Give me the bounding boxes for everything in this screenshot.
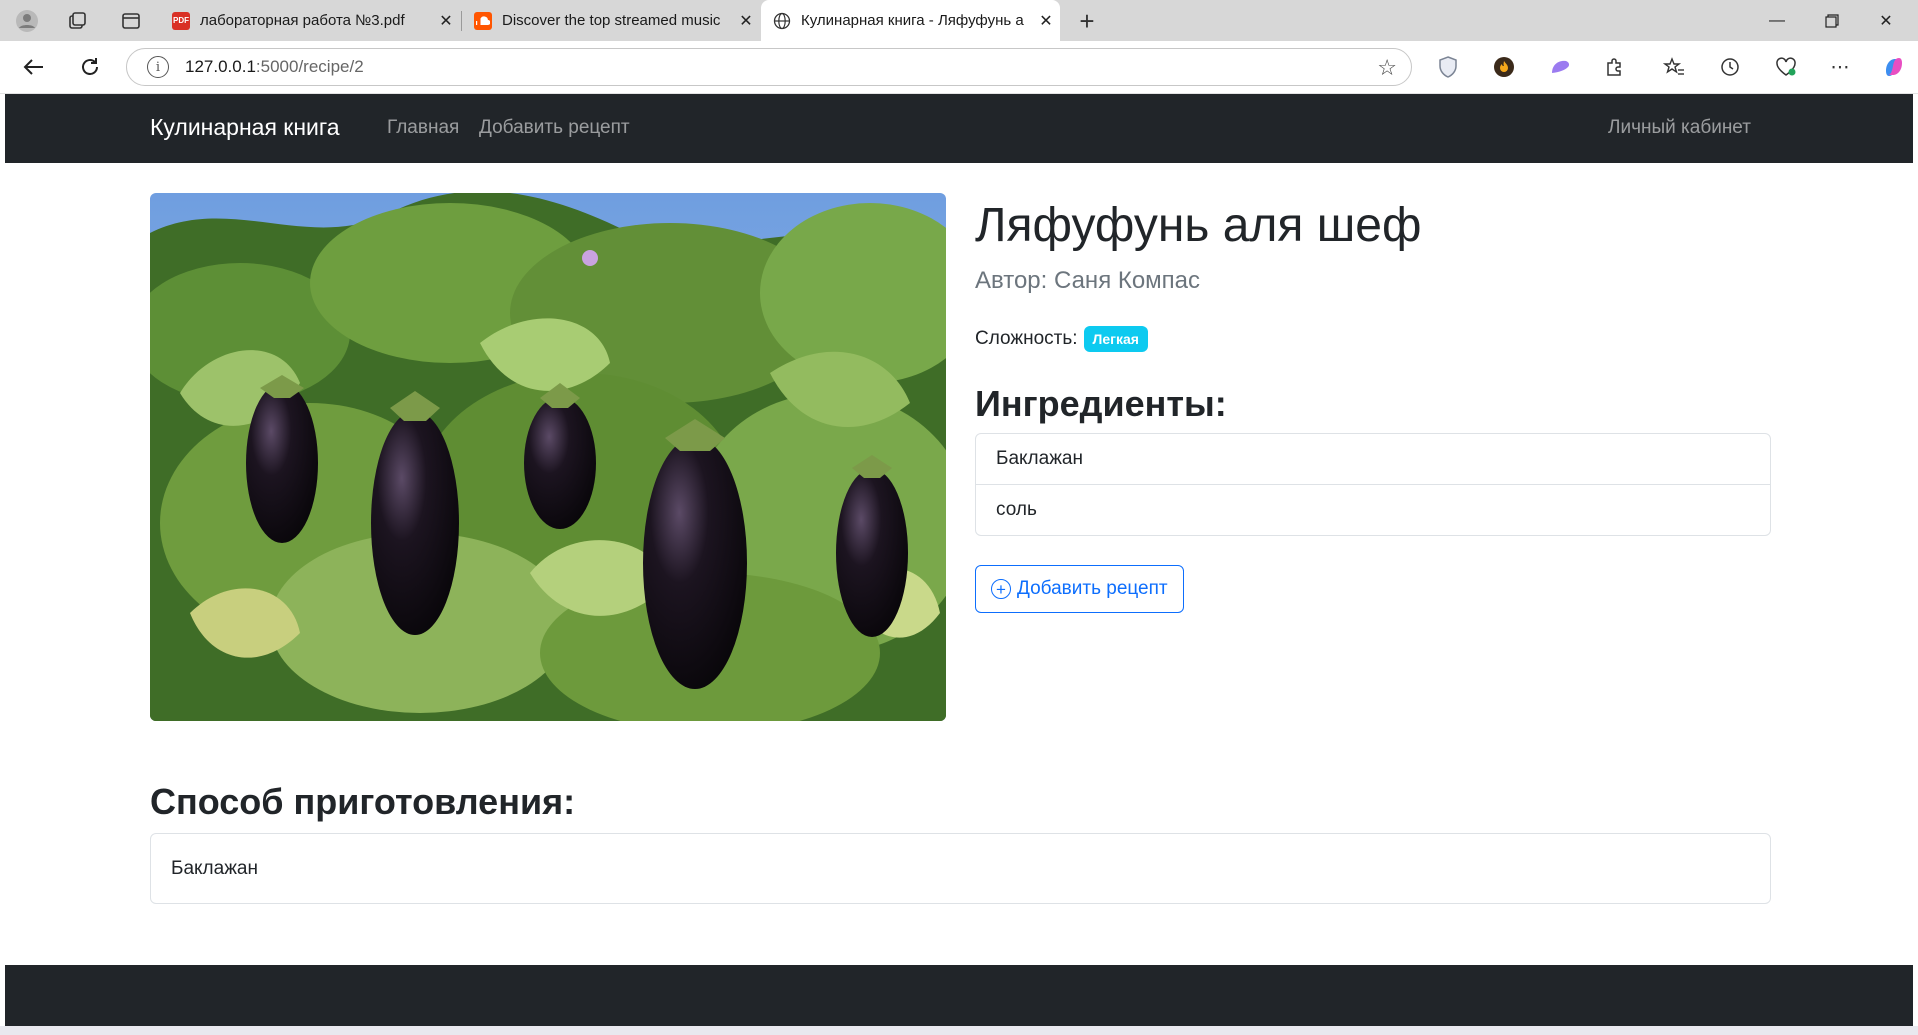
- nav-link-home[interactable]: Главная: [387, 117, 459, 139]
- add-recipe-button[interactable]: + Добавить рецепт: [975, 565, 1184, 613]
- plus-circle-icon: +: [991, 579, 1011, 599]
- site-navbar: Кулинарная книга Главная Добавить рецепт…: [5, 94, 1913, 163]
- back-arrow-icon[interactable]: [18, 51, 50, 83]
- browser-tab-strip: PDF лабораторная работа №3.pdf ✕ Discove…: [0, 0, 1918, 41]
- tab-soundcloud[interactable]: Discover the top streamed music ✕: [462, 0, 760, 41]
- close-icon[interactable]: ✕: [432, 11, 460, 31]
- site-footer: [5, 965, 1913, 1026]
- url-path: :5000/recipe/2: [255, 57, 364, 76]
- nav-link-add-recipe[interactable]: Добавить рецепт: [479, 117, 630, 139]
- taskbar-edge: [0, 1026, 1918, 1035]
- method-card: Баклажан: [150, 833, 1771, 904]
- brand-link[interactable]: Кулинарная книга: [150, 114, 340, 141]
- tab-recipe[interactable]: Кулинарная книга - Ляфуфунь а ✕: [761, 0, 1060, 41]
- more-options-icon[interactable]: ⋯: [1826, 53, 1854, 81]
- tab-title: Кулинарная книга - Ляфуфунь а: [801, 12, 1024, 29]
- method-heading: Способ приготовления:: [150, 781, 576, 822]
- ingredient-item: соль: [996, 499, 1037, 520]
- address-bar[interactable]: i 127.0.0.1:5000/recipe/2 ☆: [126, 48, 1412, 86]
- ingredients-list: Баклажан соль: [975, 433, 1771, 536]
- nav-link-account[interactable]: Личный кабинет: [1608, 117, 1751, 139]
- collections-icon[interactable]: [64, 8, 90, 34]
- favorites-icon[interactable]: [1660, 53, 1688, 81]
- tab-title: Discover the top streamed music: [502, 12, 721, 29]
- ingredients-heading: Ингредиенты:: [975, 383, 1227, 424]
- profile-icon[interactable]: [14, 8, 40, 34]
- add-recipe-label: Добавить рецепт: [1017, 578, 1168, 599]
- recipe-image: [150, 193, 946, 721]
- soundcloud-icon: [474, 11, 492, 30]
- address-toolbar: i 127.0.0.1:5000/recipe/2 ☆ ⋯: [0, 41, 1918, 94]
- new-tab-icon[interactable]: +: [1074, 6, 1100, 36]
- browser-essentials-icon[interactable]: [1772, 53, 1800, 81]
- url-text[interactable]: 127.0.0.1:5000/recipe/2: [185, 57, 364, 77]
- ingredient-item: Баклажан: [976, 434, 1770, 485]
- extension-flame-icon[interactable]: [1490, 53, 1518, 81]
- extensions-puzzle-icon[interactable]: [1600, 53, 1628, 81]
- site-info-icon[interactable]: i: [147, 56, 169, 78]
- method-text: Баклажан: [171, 857, 258, 879]
- pdf-icon: PDF: [172, 11, 190, 30]
- minimize-icon[interactable]: —: [1757, 8, 1797, 34]
- refresh-icon[interactable]: [74, 51, 106, 83]
- extension-purple-icon[interactable]: [1546, 53, 1574, 81]
- recipe-page: Ляфуфунь аля шеф Автор: Саня Компас Слож…: [5, 163, 1913, 965]
- close-icon[interactable]: ✕: [1032, 11, 1060, 31]
- close-icon[interactable]: ✕: [732, 11, 760, 31]
- favorite-star-icon[interactable]: ☆: [1377, 55, 1397, 81]
- window-close-icon[interactable]: ✕: [1866, 8, 1906, 34]
- vertical-tabs-icon[interactable]: [118, 8, 144, 34]
- url-host: 127.0.0.1: [185, 57, 256, 76]
- difficulty-row: Сложность: Легкая: [975, 326, 1148, 352]
- copilot-icon[interactable]: [1880, 53, 1908, 81]
- history-icon[interactable]: [1716, 53, 1744, 81]
- recipe-title: Ляфуфунь аля шеф: [975, 199, 1422, 252]
- globe-icon: [773, 12, 791, 30]
- difficulty-label: Сложность:: [975, 328, 1078, 349]
- shield-icon[interactable]: [1434, 53, 1462, 81]
- restore-icon[interactable]: [1812, 8, 1852, 34]
- tab-pdf[interactable]: PDF лабораторная работа №3.pdf ✕: [160, 0, 460, 41]
- difficulty-badge: Легкая: [1083, 326, 1148, 352]
- tab-title: лабораторная работа №3.pdf: [200, 12, 405, 29]
- recipe-author: Автор: Саня Компас: [975, 267, 1201, 294]
